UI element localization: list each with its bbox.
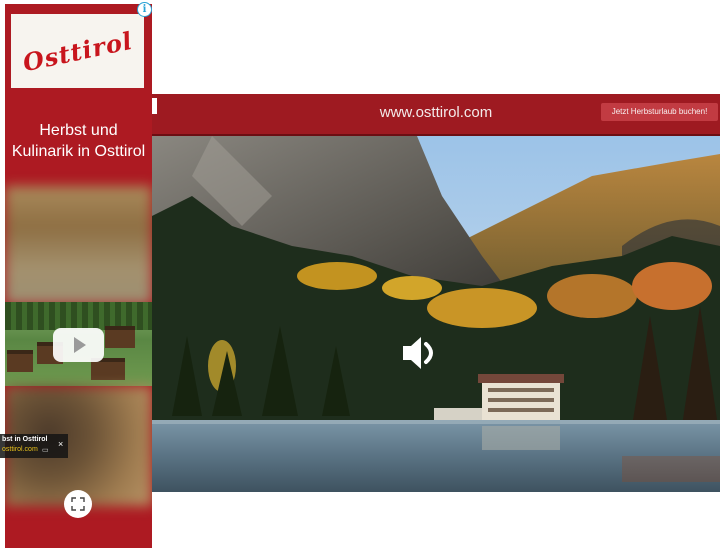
ad-top-bar: www.osttirol.com Jetzt Herbsturlaub buch… — [152, 94, 720, 136]
osttirol-logo[interactable]: Osttirol — [11, 14, 144, 88]
close-icon[interactable]: × — [58, 439, 63, 449]
side-ad-banner[interactable]: Osttirol Herbst und Kulinarik in Osttiro… — [5, 4, 152, 548]
lake-landscape-scene — [152, 136, 720, 492]
blurred-image-top — [5, 186, 152, 304]
logo-text: Osttirol — [19, 25, 136, 77]
expand-icon[interactable] — [64, 490, 92, 518]
video-thumbnail[interactable] — [5, 302, 152, 386]
chalet — [105, 326, 135, 348]
video-frame[interactable] — [152, 136, 720, 492]
video-ad-player[interactable]: www.osttirol.com Jetzt Herbsturlaub buch… — [152, 94, 720, 492]
caption-title: bst in Osttirol — [2, 436, 48, 443]
info-icon[interactable]: i — [137, 2, 152, 17]
chalet — [7, 350, 33, 372]
video-caption[interactable]: bst in Osttirol osttirol.com ▭ × — [0, 434, 68, 458]
caption-url[interactable]: osttirol.com — [2, 446, 38, 453]
speaker-icon[interactable] — [399, 332, 441, 374]
headline-line-2: Kulinarik in Osttirol — [11, 143, 146, 160]
ad-headline: Herbst und Kulinarik in Osttirol — [5, 120, 152, 162]
chat-icon: ▭ — [42, 447, 49, 454]
play-icon[interactable] — [53, 328, 104, 362]
headline-line-1: Herbst und — [39, 122, 118, 139]
book-now-button[interactable]: Jetzt Herbsturlaub buchen! — [601, 103, 718, 121]
